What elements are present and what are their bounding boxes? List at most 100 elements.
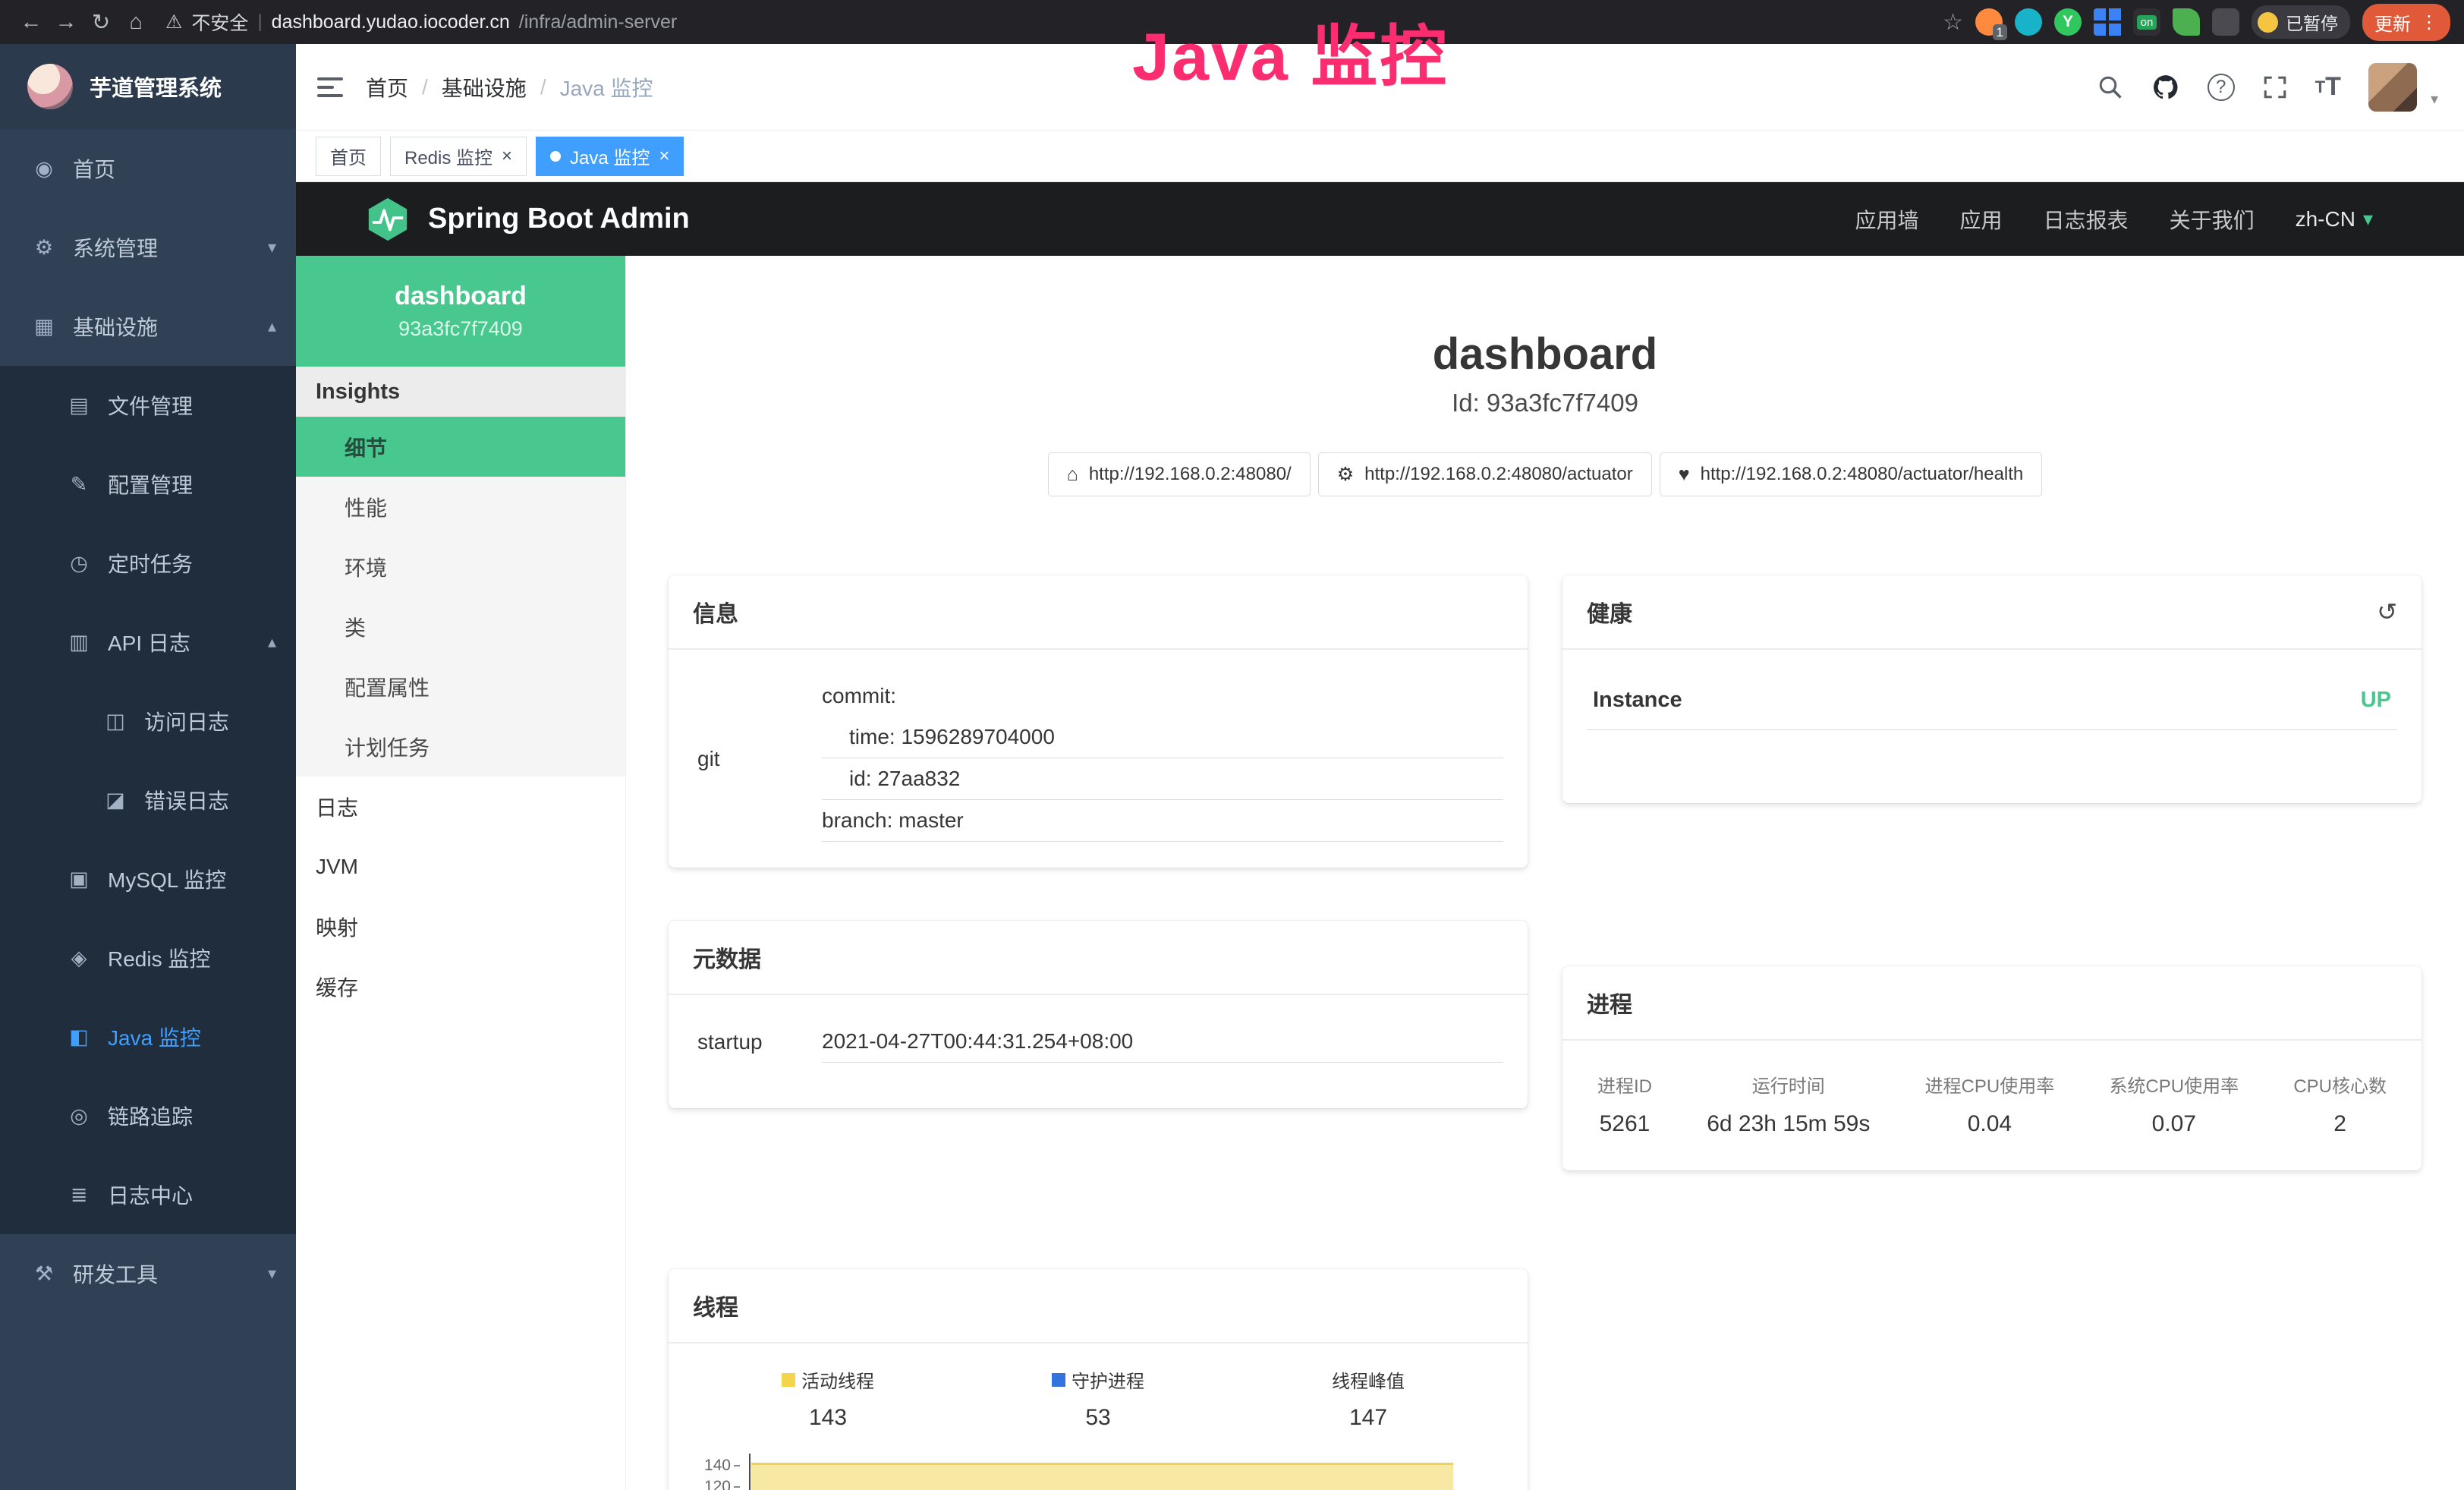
extension-fox-icon[interactable]: 1 [1975, 8, 2003, 36]
info-card-body: git commit: time: 1596289704000 id: 27aa… [669, 650, 1528, 868]
metadata-card-title: 元数据 [669, 921, 1528, 995]
sba-menu-logs[interactable]: 日志 [296, 777, 625, 836]
sidebar-item-label: 访问日志 [144, 706, 229, 736]
extension-green-icon[interactable]: Y [2054, 8, 2082, 36]
help-icon[interactable]: ? [2208, 74, 2235, 101]
tab-home[interactable]: 首页 [316, 137, 381, 176]
close-icon[interactable]: × [502, 146, 512, 167]
extensions-puzzle-icon[interactable] [2212, 8, 2239, 36]
sidebar-item-access-log[interactable]: ◫ 访问日志 [0, 682, 296, 761]
instance-id: 93a3fc7f7409 [398, 317, 523, 341]
sidebar-item-redis-monitor[interactable]: ◈ Redis 监控 [0, 918, 296, 997]
address-bar[interactable]: ⚠ 不安全 | dashboard.yudao.iocoder.cn/infra… [165, 8, 677, 36]
forward-icon[interactable]: → [49, 5, 83, 39]
breadcrumb-infrastructure[interactable]: 基础设施 [442, 72, 527, 102]
sidebar-item-label: 首页 [73, 153, 115, 184]
sidebar-item-home[interactable]: ◉ 首页 [0, 129, 296, 208]
tab-java-monitor[interactable]: Java 监控 × [536, 137, 684, 176]
browser-menu-icon[interactable]: ⋮ [2420, 11, 2438, 33]
sidebar-item-error-log[interactable]: ◪ 错误日志 [0, 761, 296, 840]
sidebar-item-config-mgmt[interactable]: ✎ 配置管理 [0, 445, 296, 524]
hamburger-icon[interactable] [314, 71, 348, 104]
stat-system-cpu: 系统CPU使用率 0.07 [2109, 1071, 2239, 1137]
breadcrumb-separator: / [422, 75, 428, 99]
back-icon[interactable]: ← [14, 5, 49, 39]
sba-menu-mappings[interactable]: 映射 [296, 896, 625, 956]
sba-menu-classes[interactable]: 类 [296, 597, 625, 657]
error-log-icon: ◪ [102, 789, 129, 812]
breadcrumb-home[interactable]: 首页 [366, 72, 408, 102]
health-card-body: Instance UP [1562, 650, 2422, 803]
font-size-icon[interactable]: TT [2315, 72, 2341, 102]
sidebar-item-tracing[interactable]: ◎ 链路追踪 [0, 1076, 296, 1155]
sidebar-item-label: 基础设施 [73, 311, 158, 342]
sba-menu-caches[interactable]: 缓存 [296, 956, 625, 1016]
app-logo[interactable]: 芋道管理系统 [0, 44, 296, 129]
browser-home-icon[interactable]: ⌂ [118, 5, 153, 39]
chevron-down-icon: ▾ [2363, 207, 2373, 231]
sba-menu-environment[interactable]: 环境 [296, 537, 625, 597]
legend-label: 活动线程 [801, 1366, 874, 1393]
info-line: branch: master [822, 800, 1503, 842]
info-card-title: 信息 [669, 575, 1528, 650]
legend-value: 147 [1233, 1405, 1503, 1431]
close-icon[interactable]: × [659, 146, 669, 167]
access-log-icon: ◫ [102, 710, 129, 733]
reload-icon[interactable]: ↻ [83, 5, 118, 39]
extension-on-icon[interactable]: on [2133, 8, 2160, 36]
instance-health-link[interactable]: ♥ http://192.168.0.2:48080/actuator/heal… [1660, 452, 2043, 496]
sba-nav-journal[interactable]: 日志报表 [2044, 204, 2129, 235]
sidebar-item-file-mgmt[interactable]: ▤ 文件管理 [0, 366, 296, 445]
tab-label: Redis 监控 [404, 143, 492, 169]
config-icon: ✎ [65, 473, 93, 496]
sba-nav-wallboard[interactable]: 应用墙 [1855, 204, 1919, 235]
sidebar-item-system-mgmt[interactable]: ⚙ 系统管理 ▾ [0, 208, 296, 287]
sba-instance-header[interactable]: dashboard 93a3fc7f7409 [296, 256, 625, 367]
tools-icon: ⚒ [30, 1262, 58, 1286]
profile-paused-chip[interactable]: 已暂停 [2252, 5, 2350, 39]
on-badge: on [2137, 15, 2157, 30]
instance-home-link[interactable]: ⌂ http://192.168.0.2:48080/ [1048, 452, 1311, 496]
browser-update-button[interactable]: 更新 ⋮ [2362, 4, 2450, 41]
sidebar-item-scheduled-jobs[interactable]: ◷ 定时任务 [0, 524, 296, 603]
update-label: 更新 [2374, 9, 2411, 36]
link-url: http://192.168.0.2:48080/ [1089, 464, 1292, 485]
sba-nav-about[interactable]: 关于我们 [2170, 204, 2255, 235]
sba-language-select[interactable]: zh-CN ▾ [2296, 207, 2373, 232]
sba-menu-performance[interactable]: 性能 [296, 477, 625, 537]
sba-brand-link[interactable]: Spring Boot Admin [364, 196, 690, 243]
github-icon[interactable] [2151, 73, 2180, 102]
sidebar-item-api-log[interactable]: ▥ API 日志 ▴ [0, 603, 296, 682]
sba-body: dashboard 93a3fc7f7409 Insights 细节 性能 环境… [296, 256, 2464, 1490]
search-icon[interactable] [2097, 74, 2124, 101]
fullscreen-icon[interactable] [2262, 74, 2288, 100]
metadata-card-body: startup 2021-04-27T00:44:31.254+08:00 [669, 995, 1528, 1108]
sba-section-insights: Insights [296, 367, 625, 417]
user-avatar[interactable] [2368, 63, 2417, 112]
sidebar-item-dev-tools[interactable]: ⚒ 研发工具 ▾ [0, 1234, 296, 1313]
process-card-title: 进程 [1562, 966, 2422, 1041]
link-url: http://192.168.0.2:48080/actuator [1364, 464, 1633, 485]
instance-actuator-link[interactable]: ⚙ http://192.168.0.2:48080/actuator [1318, 452, 1652, 496]
sidebar-menu: ◉ 首页 ⚙ 系统管理 ▾ ▦ 基础设施 ▴ ▤ 文件管理 [0, 129, 296, 1490]
stat-label: 进程ID [1597, 1071, 1652, 1098]
info-line: id: 27aa832 [822, 758, 1503, 800]
sba-menu-scheduled-tasks[interactable]: 计划任务 [296, 717, 625, 777]
sidebar-item-log-center[interactable]: ≣ 日志中心 [0, 1155, 296, 1234]
sba-menu-config-props[interactable]: 配置属性 [296, 657, 625, 717]
extension-drop-icon[interactable] [2015, 8, 2042, 36]
sidebar-item-mysql-monitor[interactable]: ▣ MySQL 监控 [0, 840, 296, 918]
extension-grid-icon[interactable] [2094, 8, 2121, 36]
sidebar-item-infrastructure[interactable]: ▦ 基础设施 ▴ [0, 287, 296, 366]
logo-avatar [27, 64, 73, 109]
sba-nav-applications[interactable]: 应用 [1960, 204, 2003, 235]
sidebar-item-java-monitor[interactable]: ◧ Java 监控 [0, 997, 296, 1076]
sba-menu-details[interactable]: 细节 [296, 417, 625, 477]
history-icon[interactable]: ↺ [2377, 597, 2397, 626]
breadcrumb-separator: / [540, 75, 546, 99]
security-label: 不安全 [191, 8, 248, 36]
bookmark-star-icon[interactable]: ☆ [1943, 9, 1963, 36]
sba-menu-jvm[interactable]: JVM [296, 836, 625, 896]
extension-leaf-icon[interactable] [2173, 8, 2200, 36]
tab-redis-monitor[interactable]: Redis 监控 × [390, 137, 527, 176]
